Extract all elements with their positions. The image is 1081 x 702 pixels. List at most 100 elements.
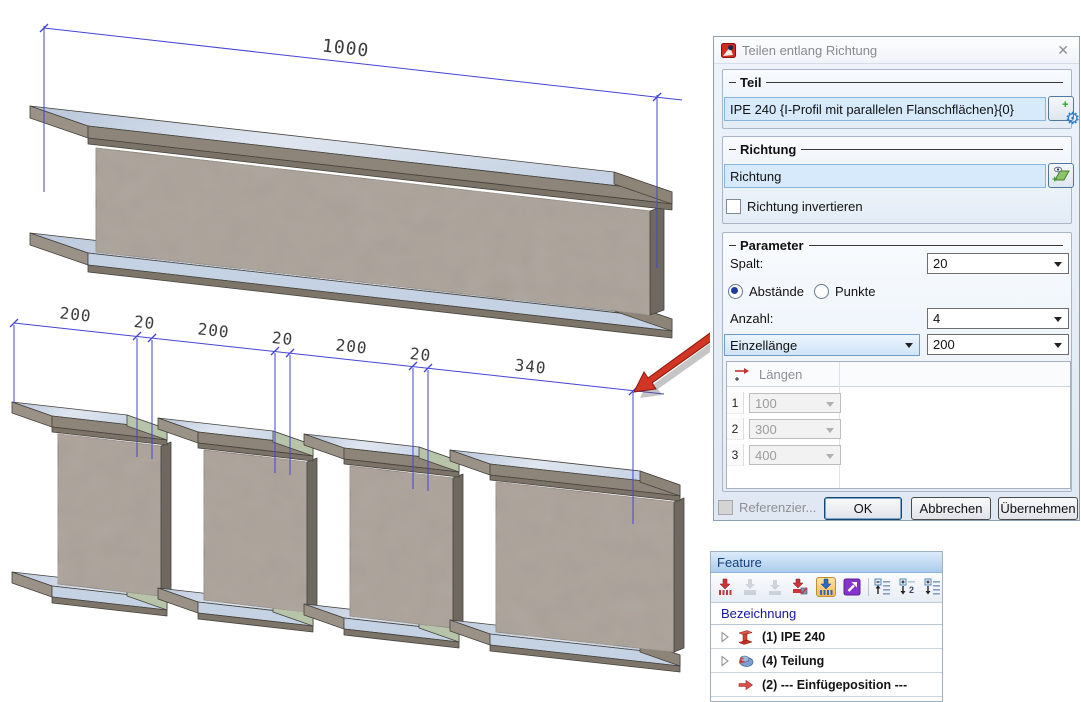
close-icon[interactable]: ✕ xyxy=(1057,42,1069,58)
feature-row-ipe[interactable]: (1) IPE 240 xyxy=(711,625,942,649)
feature-panel-titlebar[interactable]: Feature xyxy=(711,552,942,573)
punkte-label: Punkte xyxy=(835,284,876,299)
feature-jump-button[interactable] xyxy=(842,577,862,597)
feature-panel-title: Feature xyxy=(717,554,762,570)
feature-insert-button[interactable] xyxy=(715,577,735,597)
einzellaenge-value: 200 xyxy=(933,337,955,352)
dropdown-arrow-icon xyxy=(826,454,834,459)
anzahl-label: Anzahl: xyxy=(730,311,774,326)
length-combo-3: 400 xyxy=(749,445,841,465)
abstaende-label: Abstände xyxy=(749,284,804,299)
dim-label-2: 20 xyxy=(133,312,156,333)
spalt-label: Spalt: xyxy=(730,256,764,271)
dropdown-arrow-icon xyxy=(1054,343,1062,348)
lengths-table: Längen 1 100 2 300 3 400 xyxy=(726,361,1071,489)
ipe-profile-icon xyxy=(738,629,753,645)
length-value: 300 xyxy=(755,421,777,437)
radio-punkte[interactable]: Punkte xyxy=(814,284,875,299)
length-value: 100 xyxy=(755,395,777,411)
invert-direction-checkbox[interactable]: Richtung invertieren xyxy=(726,199,863,214)
dropdown-arrow-icon xyxy=(826,402,834,407)
part-field[interactable] xyxy=(724,97,1046,121)
lengths-header-label: Längen xyxy=(759,366,803,382)
row-number: 3 xyxy=(727,444,744,466)
dropdown-arrow-icon xyxy=(1054,317,1062,322)
group-line xyxy=(766,82,1063,83)
dialog-app-icon xyxy=(721,42,736,58)
dropdown-arrow-icon xyxy=(905,343,913,348)
expand-all-button[interactable] xyxy=(923,577,942,597)
insert-position-arrow-icon xyxy=(738,679,754,690)
feature-row-label: (1) IPE 240 xyxy=(762,629,826,644)
direction-field[interactable] xyxy=(724,164,1046,188)
ok-button[interactable]: OK xyxy=(824,497,902,520)
divide-dialog: Teilen entlang Richtung ✕ Teil ⚙ + Richt… xyxy=(713,36,1080,521)
feature-row-einfuegeposition[interactable]: (2) --- Einfügeposition --- xyxy=(711,673,942,697)
table-row: 2 300 xyxy=(727,418,841,440)
cancel-button[interactable]: Abbrechen xyxy=(911,497,991,520)
group-dash xyxy=(729,81,736,83)
toolbar-separator xyxy=(868,578,869,596)
dim-label-6: 20 xyxy=(409,344,432,365)
bezeichnung-label: Bezeichnung xyxy=(721,606,797,621)
cad-viewport[interactable]: 1000 200 20 200 20 200 20 340 xyxy=(0,0,710,702)
dim-label-1: 200 xyxy=(59,303,93,325)
mode-combo[interactable]: Einzellänge xyxy=(724,334,920,356)
feature-row-label: (2) --- Einfügeposition --- xyxy=(762,677,908,692)
referenzieren-label: Referenzier... xyxy=(739,500,817,515)
expander-icon[interactable] xyxy=(719,655,731,667)
row-number: 2 xyxy=(727,418,744,440)
radio-dot[interactable] xyxy=(728,284,743,299)
gear-icon: ⚙ xyxy=(1065,108,1081,128)
plus-icon: + xyxy=(1062,98,1069,111)
beam-segment-3 xyxy=(303,433,464,649)
dropdown-arrow-icon xyxy=(1054,262,1062,267)
expand-level-2-button[interactable]: 2 xyxy=(898,577,918,597)
feature-log-active-button[interactable] xyxy=(816,577,836,597)
lengths-table-header: Längen xyxy=(727,362,1070,387)
dim-label-5: 200 xyxy=(335,335,369,357)
svg-text:+: + xyxy=(1052,174,1057,184)
dialog-title: Teilen entlang Richtung xyxy=(742,42,878,58)
spalt-value: 20 xyxy=(933,256,948,271)
beam-segment-4 xyxy=(449,449,685,673)
length-value: 400 xyxy=(755,447,777,463)
spalt-combo[interactable]: 20 xyxy=(927,253,1069,274)
group-dash xyxy=(729,244,736,246)
anzahl-value: 4 xyxy=(933,311,941,326)
apply-button[interactable]: Übernehmen xyxy=(998,497,1078,520)
group-richtung-label: Richtung xyxy=(740,141,797,157)
beam-segment-2 xyxy=(157,417,318,633)
checkbox-box xyxy=(718,500,733,515)
svg-text:2: 2 xyxy=(909,585,914,595)
einzellaenge-combo[interactable]: 200 xyxy=(927,334,1069,355)
dim-label-4: 20 xyxy=(271,328,294,349)
checkbox-box[interactable] xyxy=(726,199,741,214)
beam-original xyxy=(29,105,673,339)
feature-row-teilung[interactable]: (4) Teilung xyxy=(711,649,942,673)
add-length-arrow-icon xyxy=(735,368,749,381)
select-part-button[interactable]: ⚙ + xyxy=(1048,96,1080,128)
group-parameter-label: Parameter xyxy=(740,237,804,253)
table-row: 1 100 xyxy=(727,392,841,414)
invert-direction-label: Richtung invertieren xyxy=(747,199,863,214)
anzahl-combo[interactable]: 4 xyxy=(927,308,1069,329)
callout-arrow xyxy=(633,332,710,398)
feature-toolbar: 2 xyxy=(711,573,942,603)
collapse-all-button[interactable] xyxy=(873,577,893,597)
mode-value: Einzellänge xyxy=(730,337,798,353)
feature-delete-button[interactable] xyxy=(790,577,810,597)
radio-abstaende[interactable]: Abstände xyxy=(728,284,804,299)
feature-row-label: (4) Teilung xyxy=(762,653,825,668)
length-combo-1: 100 xyxy=(749,393,841,413)
expander-icon[interactable] xyxy=(719,631,731,643)
radio-dot[interactable] xyxy=(814,284,829,299)
feature-column-header: Bezeichnung xyxy=(711,603,942,625)
select-direction-button[interactable]: + xyxy=(1048,163,1074,188)
length-combo-2: 300 xyxy=(749,419,841,439)
beam-segment-1 xyxy=(11,401,172,617)
direction-plane-icon: + xyxy=(1052,166,1070,184)
teilung-icon xyxy=(739,655,754,667)
dialog-titlebar[interactable]: Teilen entlang Richtung ✕ xyxy=(714,37,1079,64)
